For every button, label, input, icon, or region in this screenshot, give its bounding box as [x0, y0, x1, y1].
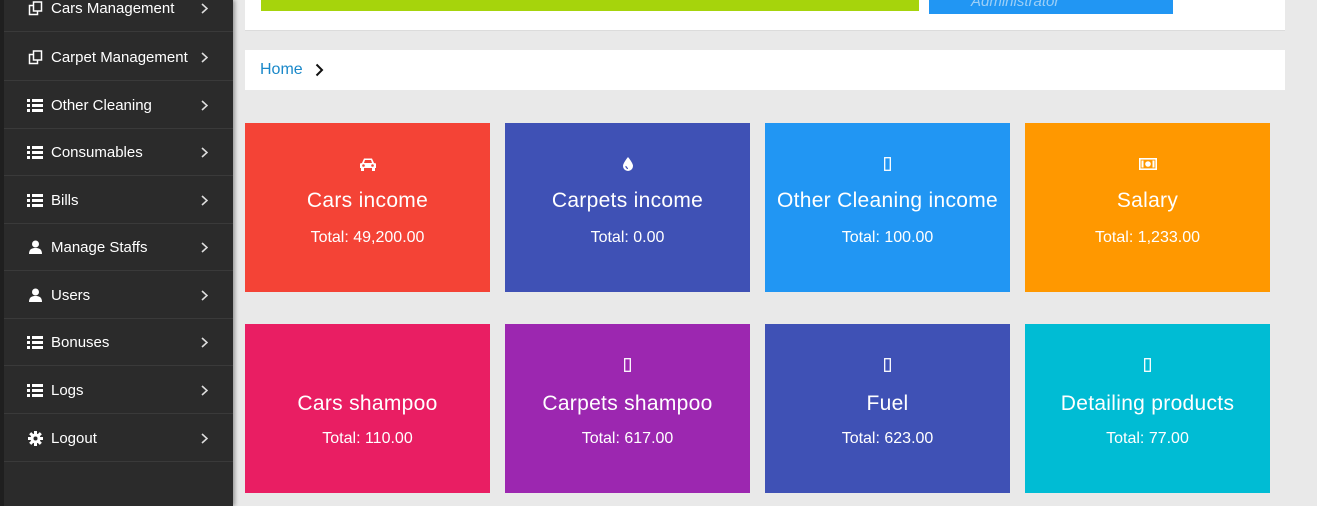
copy-icon — [26, 0, 44, 16]
card-title: Detailing products — [1060, 392, 1235, 415]
sidebar-item-label: Bills — [51, 191, 79, 209]
card-total: Total: 1,233.00 — [1095, 229, 1200, 246]
sidebar-item-logs[interactable]: Logs — [4, 367, 233, 414]
card-title: Fuel — [866, 392, 909, 415]
card-title: Cars shampoo — [297, 392, 438, 415]
chevron-right-icon — [201, 194, 211, 206]
user-role-label: Administrator — [971, 0, 1060, 10]
sidebar-item-consumables[interactable]: Consumables — [4, 129, 233, 176]
breadcrumb: Home — [245, 50, 1285, 90]
missing-glyph-icon — [765, 155, 1010, 173]
chevron-right-icon — [201, 51, 211, 63]
chevron-right-icon — [315, 63, 324, 77]
user-role-panel[interactable]: Administrator — [929, 0, 1173, 14]
card-total: Total: 623.00 — [841, 430, 934, 447]
gear-icon — [26, 430, 44, 446]
card-cars-income[interactable]: Cars income Total: 49,200.00 — [245, 123, 490, 292]
sidebar-item-carpet-management[interactable]: Carpet Management — [4, 34, 233, 81]
missing-glyph-icon — [505, 356, 750, 374]
sidebar-item-label: Logout — [51, 429, 97, 447]
sidebar-item-bills[interactable]: Bills — [4, 177, 233, 224]
card-total: Total: 77.00 — [1106, 430, 1189, 447]
card-cars-shampoo[interactable]: Cars shampoo Total: 110.00 — [245, 324, 490, 493]
missing-glyph-icon — [1025, 356, 1270, 374]
card-other-cleaning-income[interactable]: Other Cleaning income Total: 100.00 — [765, 123, 1010, 292]
money-icon — [1025, 155, 1270, 173]
sidebar-item-logout[interactable]: Logout — [4, 415, 233, 462]
card-carpets-shampoo[interactable]: Carpets shampoo Total: 617.00 — [505, 324, 750, 493]
card-total: Total: 617.00 — [581, 430, 674, 447]
list-icon — [26, 383, 44, 397]
chevron-right-icon — [201, 384, 211, 396]
card-total: Total: 100.00 — [841, 229, 934, 246]
sidebar-item-manage-staffs[interactable]: Manage Staffs — [4, 224, 233, 271]
sidebar-item-label: Users — [51, 286, 91, 304]
missing-glyph-icon — [765, 356, 1010, 374]
card-title: Other Cleaning income — [776, 189, 999, 212]
card-title: Carpets shampoo — [542, 392, 713, 415]
sidebar-item-label: Bonuses — [51, 333, 110, 351]
car-icon — [245, 155, 490, 173]
card-title: Cars income — [306, 189, 429, 212]
card-title: Carpets income — [551, 189, 704, 212]
card-total: Total: 0.00 — [590, 229, 665, 246]
sidebar-item-label: Consumables — [51, 143, 143, 161]
sidebar-item-label: Manage Staffs — [51, 238, 148, 256]
drop-icon — [505, 155, 750, 173]
user-icon — [26, 288, 44, 302]
sidebar-item-label: Cars Management — [51, 0, 175, 17]
sidebar-item-users[interactable]: Users — [4, 272, 233, 319]
sidebar-item-label: Other Cleaning — [51, 96, 152, 114]
sidebar-item-other-cleaning[interactable]: Other Cleaning — [4, 82, 233, 129]
chevron-right-icon — [201, 99, 211, 111]
card-total: Total: 49,200.00 — [310, 229, 425, 246]
card-salary[interactable]: Salary Total: 1,233.00 — [1025, 123, 1270, 292]
list-icon — [26, 193, 44, 207]
sidebar-item-label: Carpet Management — [51, 48, 188, 66]
card-fuel[interactable]: Fuel Total: 623.00 — [765, 324, 1010, 493]
breadcrumb-home-link[interactable]: Home — [260, 61, 303, 79]
header-banner — [261, 0, 919, 11]
chevron-right-icon — [201, 336, 211, 348]
list-icon — [26, 145, 44, 159]
chevron-right-icon — [201, 2, 211, 14]
sidebar-item-cars-management[interactable]: Cars Management — [4, 0, 233, 32]
sidebar: Cars Management Carpet Management Other … — [0, 0, 233, 506]
copy-icon — [26, 49, 44, 65]
chevron-right-icon — [201, 289, 211, 301]
sidebar-item-label: Logs — [51, 381, 84, 399]
chevron-right-icon — [201, 432, 211, 444]
chevron-right-icon — [201, 146, 211, 158]
list-icon — [26, 98, 44, 112]
chevron-right-icon — [201, 241, 211, 253]
card-total: Total: 110.00 — [322, 430, 413, 447]
card-title: Salary — [1116, 189, 1179, 212]
list-icon — [26, 335, 44, 349]
sidebar-item-bonuses[interactable]: Bonuses — [4, 319, 233, 366]
card-carpets-income[interactable]: Carpets income Total: 0.00 — [505, 123, 750, 292]
card-detailing-products[interactable]: Detailing products Total: 77.00 — [1025, 324, 1270, 493]
user-icon — [26, 240, 44, 254]
